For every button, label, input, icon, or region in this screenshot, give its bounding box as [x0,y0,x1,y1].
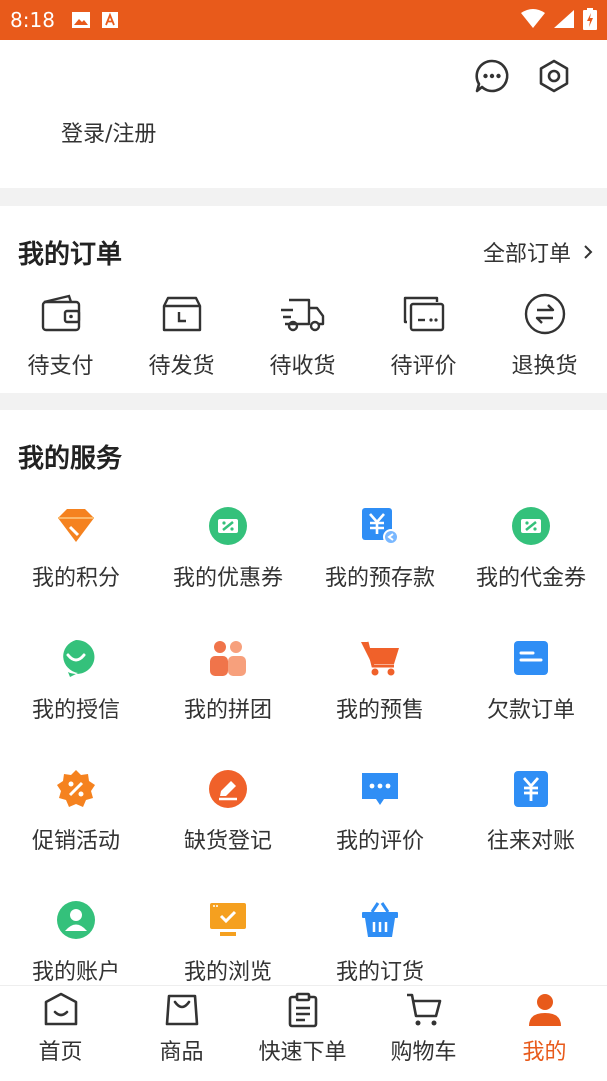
edit-circle-icon [209,770,247,808]
basket-icon [362,902,398,937]
signal-icon [554,10,574,28]
order-label: 待收货 [269,354,336,379]
order-pending-shipment[interactable]: 待发货 [121,292,242,380]
service-presale[interactable]: 我的预售 [304,638,456,724]
nav-profile[interactable]: 我的 [484,992,605,1066]
nav-cart[interactable]: 购物车 [363,992,484,1066]
profile-icon [528,994,561,1026]
exchange-icon [524,293,565,335]
yen-card-icon [362,508,399,545]
order-label: 待发货 [148,354,215,379]
service-prepaid[interactable]: 我的预存款 [304,506,456,592]
diamond-icon [58,509,94,542]
service-label: 往来对账 [486,829,575,854]
services-title: 我的服务 [18,444,123,474]
service-label: 我的积分 [31,566,120,591]
order-returns[interactable]: 退换货 [484,292,605,380]
service-label: 我的账户 [31,960,120,985]
service-label: 我的预售 [335,698,424,723]
service-purchasing[interactable]: 我的订货 [304,900,456,986]
orders-title: 我的订单 [18,240,123,270]
chevron-right-icon [584,245,593,259]
coupon-icon [209,507,247,545]
truck-icon [280,298,324,332]
note-icon [514,641,548,675]
nav-label: 购物车 [390,1040,457,1065]
shopping-bag-icon [165,994,198,1026]
wifi-icon [521,9,545,28]
service-credit[interactable]: 我的授信 [0,638,152,724]
service-group-buy[interactable]: 我的拼团 [152,638,304,724]
service-label: 缺货登记 [183,829,272,854]
service-out-of-stock[interactable]: 缺货登记 [152,769,304,855]
monitor-check-icon [210,903,246,936]
battery-icon [583,8,597,30]
nav-label: 商品 [159,1040,204,1065]
service-reviews[interactable]: 我的评价 [304,769,456,855]
service-label: 我的优惠券 [172,566,283,591]
order-label: 待支付 [27,354,94,379]
nav-label: 首页 [38,1040,83,1065]
bottom-navigation: 首页 商品 快速下单 购物车 我的 [0,985,607,1081]
service-unpaid-orders[interactable]: 欠款订单 [455,638,607,724]
service-label: 促销活动 [31,829,120,854]
service-account[interactable]: 我的账户 [0,900,152,986]
service-label: 我的订货 [335,960,424,985]
all-orders-label: 全部订单 [482,242,571,267]
settings-icon[interactable] [536,58,572,94]
status-bar: 8:18 [0,0,607,40]
service-label: 我的预存款 [324,566,435,591]
service-coupons[interactable]: 我的优惠券 [152,506,304,592]
nav-label: 我的 [522,1040,567,1065]
service-label: 我的授信 [31,698,120,723]
wallet-icon [41,294,80,332]
all-orders-link[interactable]: 全部订单 [483,236,593,268]
voucher-icon [512,507,550,545]
order-pending-receipt[interactable]: 待收货 [242,292,363,380]
service-browsing[interactable]: 我的浏览 [152,900,304,986]
status-time: 8:18 [10,8,55,32]
smile-chat-icon [63,639,95,677]
order-label: 退换货 [511,354,578,379]
service-label: 我的浏览 [183,960,272,985]
image-notification-icon [71,12,90,28]
order-pending-payment[interactable]: 待支付 [0,292,121,380]
service-promotions[interactable]: 促销活动 [0,769,152,855]
nav-home[interactable]: 首页 [0,992,121,1066]
group-icon [210,641,246,676]
clipboard-icon [288,992,317,1028]
cart-outline-icon [406,993,441,1026]
service-label: 我的代金券 [475,566,586,591]
discount-badge-icon [57,770,95,807]
message-icon[interactable] [474,58,510,94]
service-label: 我的拼团 [183,698,272,723]
service-label: 我的评价 [335,829,424,854]
nav-label: 快速下单 [258,1040,347,1065]
review-icon [403,296,444,332]
my-services-section: 我的服务 我的积分 我的优惠券 我的预存款 我的代金券 我的授信 我的拼团 我的… [0,410,607,990]
user-circle-icon [57,901,95,939]
service-label: 欠款订单 [486,698,575,723]
login-register-link[interactable]: 登录/注册 [61,116,156,148]
service-vouchers[interactable]: 我的代金券 [455,506,607,592]
profile-header: 登录/注册 [0,40,607,188]
nav-quick-order[interactable]: 快速下单 [242,992,363,1066]
app-notification-icon [101,12,118,28]
order-pending-review[interactable]: 待评价 [363,292,484,380]
package-clock-icon [162,296,201,332]
cart-icon [361,641,399,676]
my-orders-section: 我的订单 全部订单 待支付 待发货 待收货 待评价 退换货 [0,206,607,393]
service-reconciliation[interactable]: 往来对账 [455,769,607,855]
yen-doc-icon [514,771,548,807]
home-icon [44,992,77,1026]
chat-bubble-icon [362,773,398,805]
order-label: 待评价 [390,354,457,379]
nav-products[interactable]: 商品 [121,992,242,1066]
service-points[interactable]: 我的积分 [0,506,152,592]
